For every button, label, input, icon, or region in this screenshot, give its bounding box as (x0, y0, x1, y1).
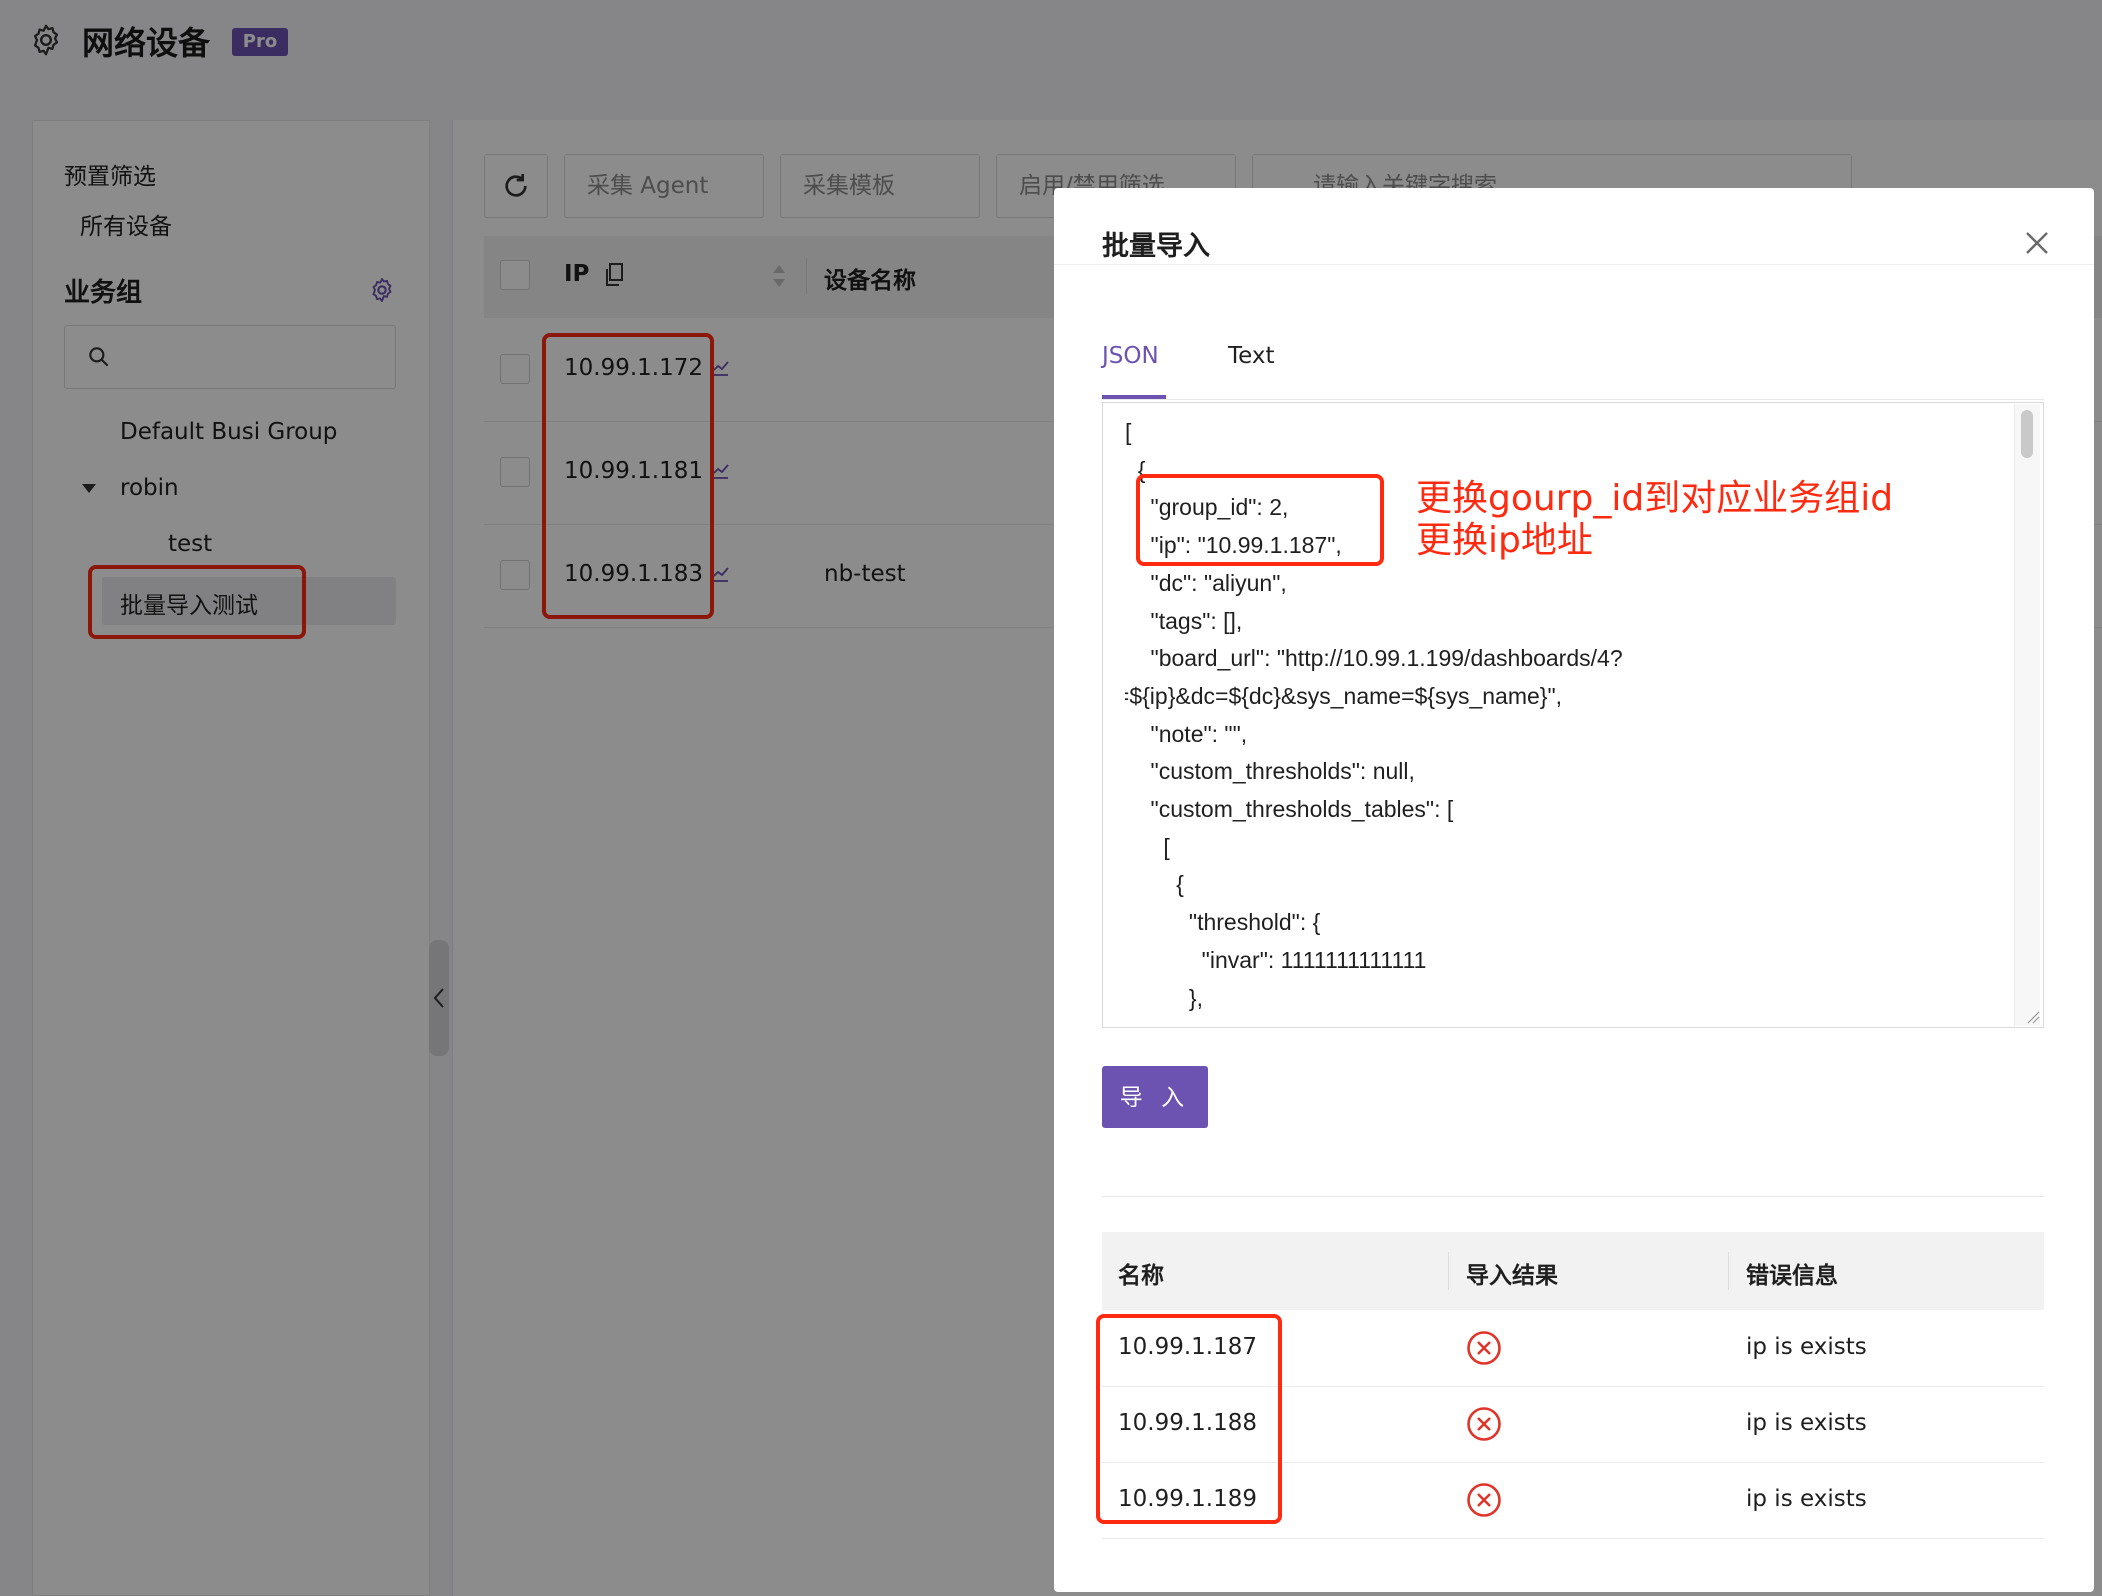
code-line: }, (1125, 984, 1203, 1011)
modal-header-divider (1054, 264, 2094, 265)
code-line: ip=${ip}&dc=${dc}&sys_name=${sys_name}", (1125, 682, 1563, 709)
column-header-name: 名称 (1118, 1263, 1164, 1289)
column-separator (1728, 1252, 1729, 1290)
modal-section-divider (1102, 1196, 2044, 1197)
error-circle-icon (1467, 1483, 1501, 1517)
code-line: "tags": [], (1125, 607, 1243, 634)
code-line: "note": "", (1125, 720, 1248, 747)
code-line: "labels": { (1125, 1017, 2005, 1026)
code-line: "dc": "aliyun", (1125, 569, 1287, 596)
column-header-error-info: 错误信息 (1746, 1263, 1838, 1289)
modal-title: 批量导入 (1102, 231, 1210, 262)
code-line: "board_url": "http://10.99.1.199/dashboa… (1125, 645, 1623, 672)
import-button[interactable]: 导 入 (1102, 1066, 1208, 1128)
editor-scrollbar-thumb[interactable] (2021, 410, 2033, 458)
result-error-message: ip is exists (1746, 1486, 1867, 1512)
code-line: { (1125, 871, 1184, 898)
code-line: "threshold": { (1125, 909, 1321, 936)
tabs-divider (1102, 399, 2044, 400)
active-tab-indicator (1102, 395, 1166, 399)
result-error-message: ip is exists (1746, 1334, 1867, 1360)
code-line: "custom_thresholds_tables": [ (1125, 796, 1454, 823)
error-circle-icon (1467, 1407, 1501, 1441)
annotation-box-json-fields (1136, 474, 1384, 566)
result-table-header (1102, 1232, 2044, 1310)
annotation-note-ip: 更换ip地址 (1416, 520, 1593, 561)
editor-scrollbar[interactable] (2014, 404, 2040, 1026)
column-separator (1448, 1252, 1449, 1290)
resize-grip-icon[interactable] (2026, 1010, 2040, 1024)
code-line: [ (1125, 419, 1132, 445)
code-line: "custom_thresholds": null, (1125, 758, 1415, 785)
code-line: "invar": 1111111111111 (1125, 946, 1427, 973)
result-error-message: ip is exists (1746, 1410, 1867, 1436)
tab-text[interactable]: Text (1228, 343, 1275, 369)
error-circle-icon (1467, 1331, 1501, 1365)
annotation-note-group-id: 更换gourp_id到对应业务组id (1416, 478, 1894, 519)
close-icon[interactable] (2024, 230, 2050, 256)
column-header-import-result: 导入结果 (1466, 1263, 1558, 1289)
code-line: [ (1125, 833, 1170, 860)
tab-json[interactable]: JSON (1102, 343, 1159, 369)
row-divider (1102, 1538, 2044, 1539)
annotation-box-result-names (1096, 1314, 1282, 1524)
